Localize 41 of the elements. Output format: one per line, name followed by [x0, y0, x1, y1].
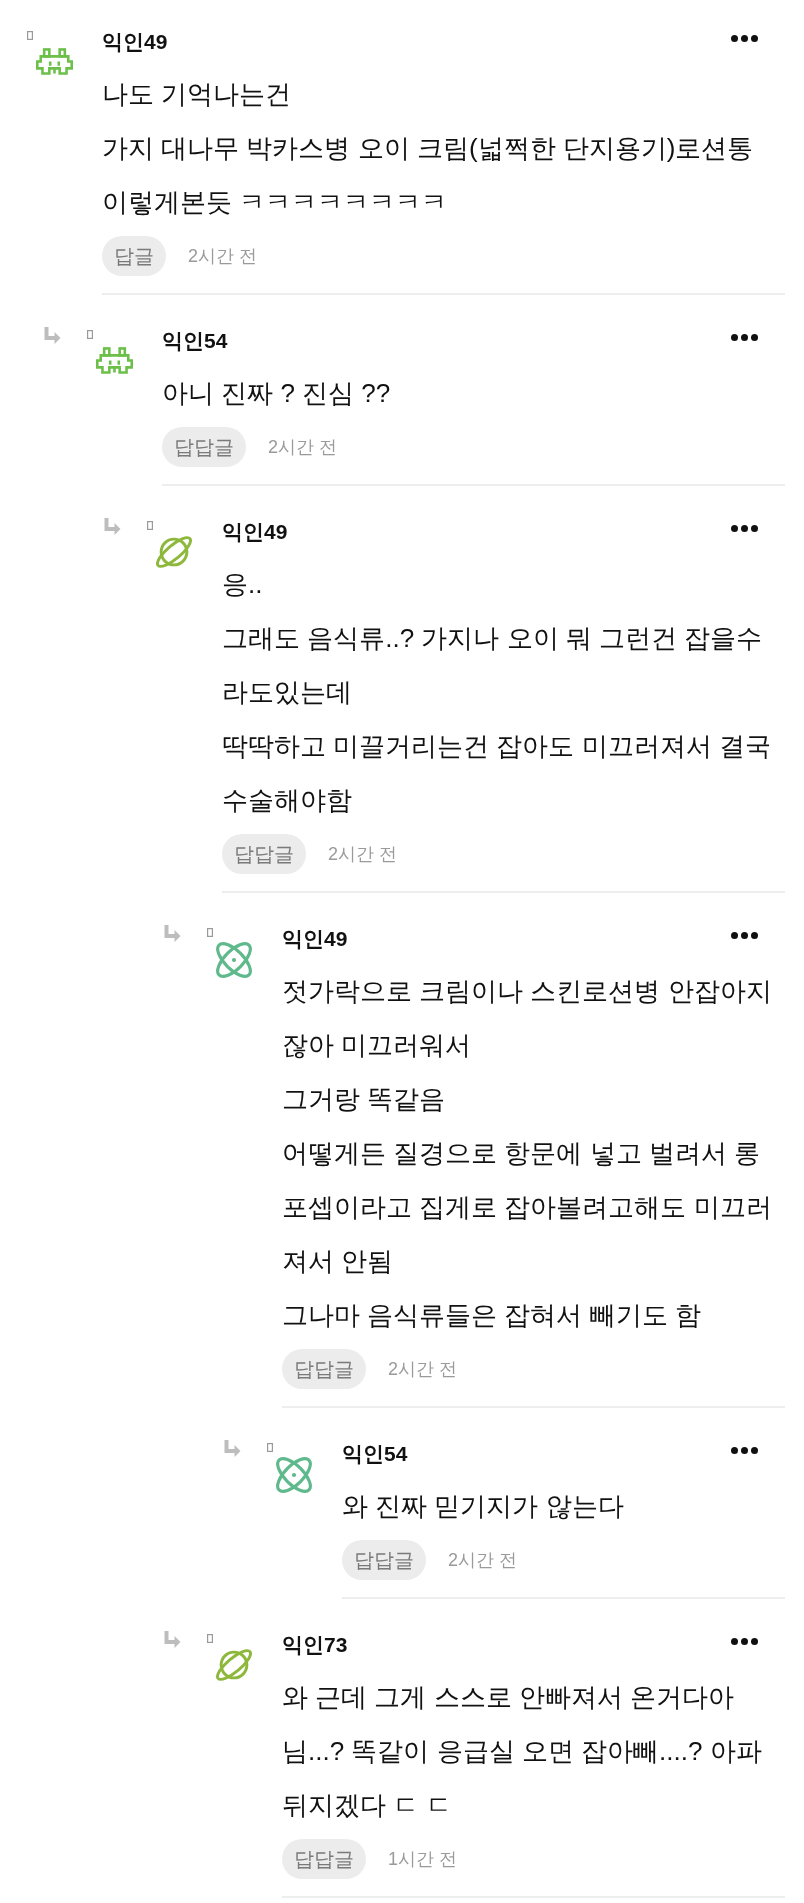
comment-text: 와 진짜 믿기지가 않는다	[342, 1490, 625, 1523]
box-icon	[147, 521, 153, 530]
reply-button[interactable]: 답답글	[282, 1349, 366, 1389]
more-icon[interactable]	[731, 525, 758, 532]
author-name: 익인54	[342, 1441, 408, 1467]
author-name: 익인54	[162, 328, 228, 354]
reply-button[interactable]: 답글	[102, 236, 166, 276]
timestamp: 2시간 전	[388, 1358, 457, 1381]
timestamp: 2시간 전	[448, 1549, 517, 1572]
comment-text: 응.. 그래도 음식류..? 가지나 오이 뭐 그런건 잡을수 라도있는데 딱딱하고 미끌거리는건 잡아도 미끄러져서 결국 수술해야함	[222, 568, 772, 817]
box-icon	[207, 1634, 213, 1643]
more-icon[interactable]	[731, 1447, 758, 1454]
author-name: 익인49	[222, 519, 288, 545]
box-icon	[207, 928, 213, 937]
timestamp: 2시간 전	[188, 245, 257, 268]
comment-text: 와 근데 그게 스스로 안빠져서 온거다아 님...? 똑같이 응급실 오면 잡아빼....? 아파 뒤지겠다 ㄷ ㄷ	[282, 1681, 763, 1822]
comment-text: 아니 진짜 ? 진심 ??	[162, 377, 392, 410]
box-icon	[27, 31, 33, 40]
timestamp: 2시간 전	[328, 843, 397, 866]
more-icon[interactable]	[731, 1638, 758, 1645]
more-icon[interactable]	[731, 334, 758, 341]
reply-arrow-icon	[164, 1631, 181, 1648]
author-name: 익인49	[282, 926, 348, 952]
reply-button[interactable]: 답답글	[342, 1540, 426, 1580]
reply-button[interactable]: 답답글	[282, 1839, 366, 1879]
timestamp: 1시간 전	[388, 1848, 457, 1871]
box-icon	[267, 1443, 273, 1452]
reply-arrow-icon	[44, 327, 61, 344]
author-name: 익인73	[282, 1632, 348, 1658]
more-icon[interactable]	[731, 932, 758, 939]
author-name: 익인49	[102, 29, 168, 55]
reply-button[interactable]: 답답글	[222, 834, 306, 874]
more-icon[interactable]	[731, 35, 758, 42]
reply-button[interactable]: 답답글	[162, 427, 246, 467]
timestamp: 2시간 전	[268, 436, 337, 459]
comment-text: 젓가락으로 크림이나 스킨로션병 안잡아지 잖아 미끄러워서 그거랑 똑같음 어떻게든 질경으로 항문에 넣고 벌려서 롱 포셉이라고 집게로 잡아볼려고해도 미끄러 져서 안됨 그나마 음식류들은 잡혀서 빼기도 함	[282, 975, 773, 1332]
box-icon	[87, 330, 93, 339]
reply-arrow-icon	[164, 925, 181, 942]
reply-arrow-icon	[224, 1440, 241, 1457]
reply-arrow-icon	[104, 518, 121, 535]
comment-text: 나도 기억나는건 가지 대나무 박카스병 오이 크림(넓쩍한 단지용기)로션통 이렇게본듯 ㅋㅋㅋㅋㅋㅋㅋㅋ	[102, 78, 755, 219]
